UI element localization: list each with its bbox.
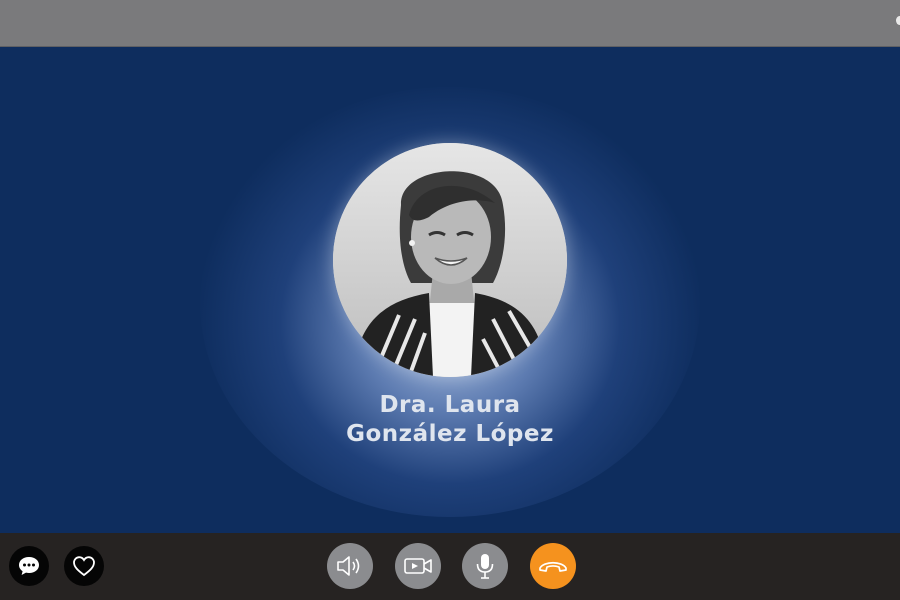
video-call-window: Dra. Laura González López [0, 0, 900, 600]
camera-button[interactable] [395, 543, 441, 589]
chat-bubble-icon [19, 557, 39, 575]
favorite-button[interactable] [64, 546, 104, 586]
hangup-button[interactable] [530, 543, 576, 589]
window-control-icon[interactable] [896, 16, 900, 25]
speaker-button[interactable] [327, 543, 373, 589]
top-bar [0, 0, 900, 47]
heart-icon [73, 556, 95, 577]
video-camera-icon [404, 558, 432, 574]
microphone-button[interactable] [462, 543, 508, 589]
caller-photo [333, 143, 567, 377]
microphone-icon [476, 554, 494, 579]
caller-name-line1: Dra. Laura [379, 392, 521, 418]
speaker-icon [337, 556, 360, 576]
call-area: Dra. Laura González López [0, 47, 900, 533]
phone-hangup-icon [539, 561, 567, 572]
caller-avatar [333, 143, 567, 377]
caller-name-line2: González López [346, 421, 554, 447]
call-toolbar [0, 533, 900, 600]
chat-button[interactable] [9, 546, 49, 586]
